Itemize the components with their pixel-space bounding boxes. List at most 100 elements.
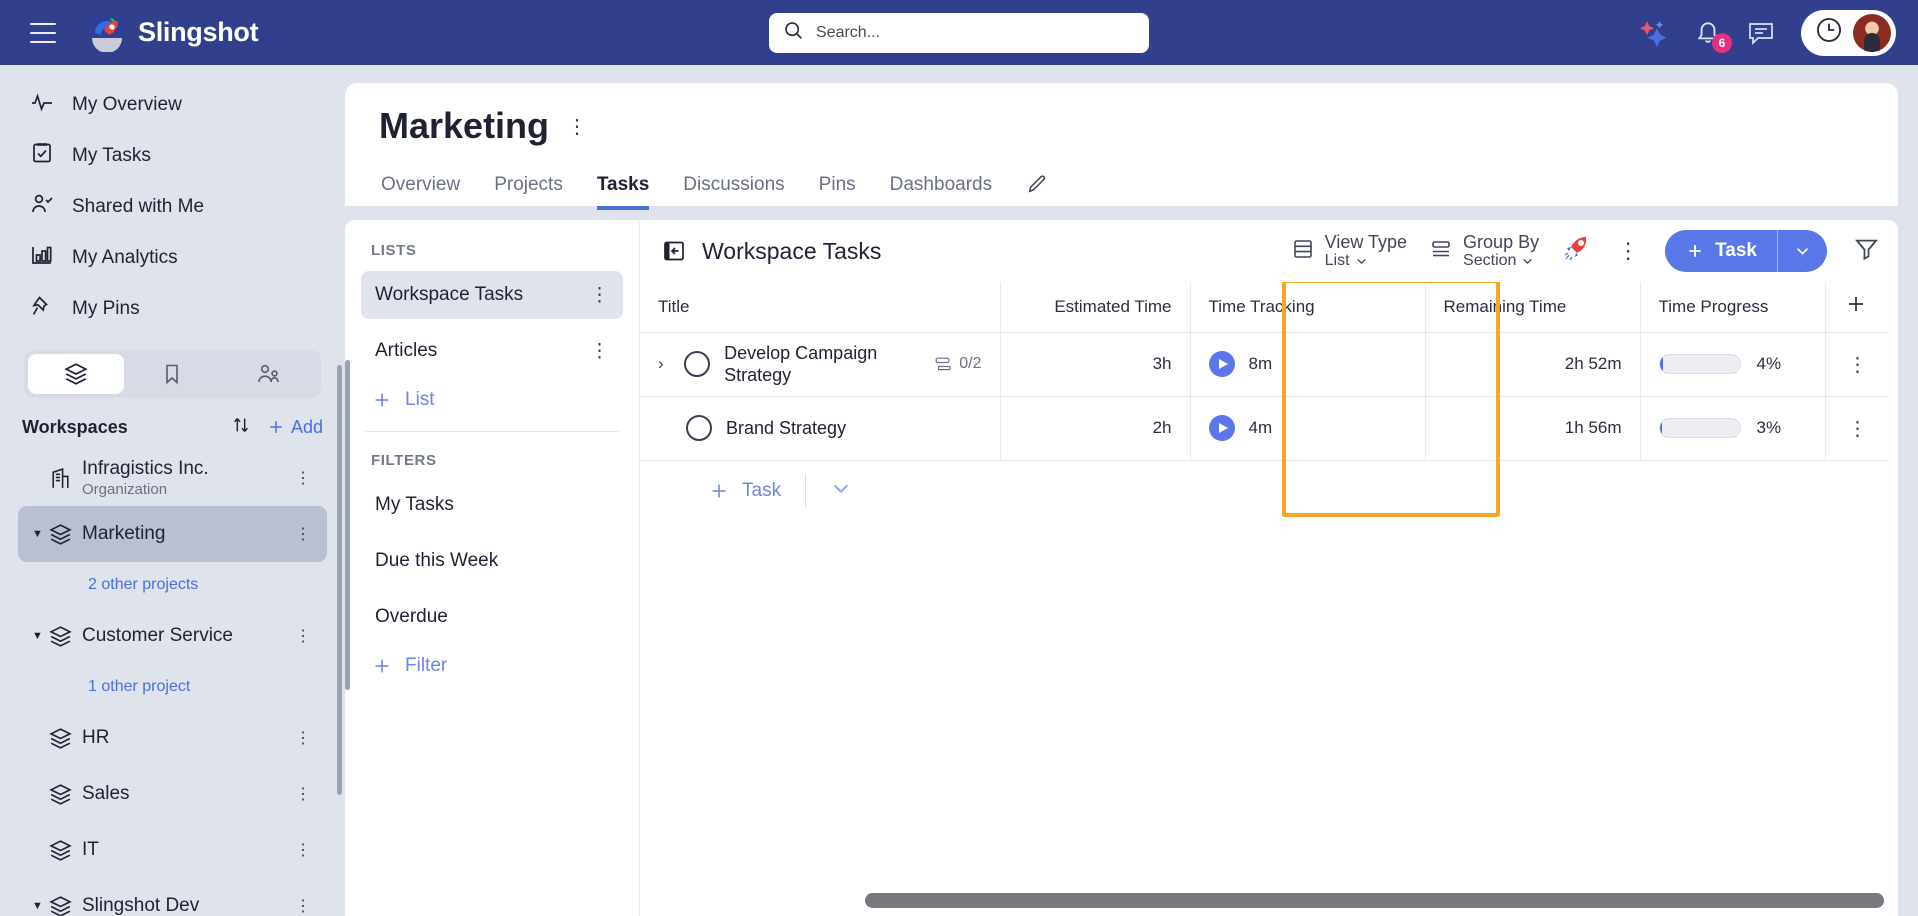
- tab-overview[interactable]: Overview: [381, 174, 460, 210]
- add-task-button[interactable]: Task: [1665, 230, 1827, 272]
- workspace-row-it[interactable]: IT ⋮: [18, 822, 327, 878]
- filter-item-overdue[interactable]: Overdue: [361, 593, 623, 641]
- expand-chevron-icon[interactable]: ›: [658, 354, 670, 374]
- sidebar-item-my-pins[interactable]: My Pins: [0, 283, 345, 334]
- view-type-selector[interactable]: View Type List: [1291, 232, 1407, 271]
- task-status-circle[interactable]: [684, 351, 711, 377]
- search-bar[interactable]: [769, 12, 1149, 53]
- funnel-icon[interactable]: [1849, 235, 1880, 267]
- chevron-down-icon[interactable]: ▼: [32, 528, 46, 540]
- page-kebab-icon[interactable]: ⋮: [563, 114, 591, 139]
- avatar[interactable]: [1853, 13, 1891, 52]
- table-row[interactable]: Brand Strategy 2h 4m 1h 56m 3% ⋮: [640, 396, 1887, 461]
- subtask-count-label: 0/2: [959, 355, 982, 372]
- add-column-icon[interactable]: [1824, 282, 1887, 333]
- tab-discussions[interactable]: Discussions: [683, 174, 784, 210]
- play-icon[interactable]: [1208, 415, 1235, 441]
- row-kebab-icon[interactable]: ⋮: [1824, 332, 1887, 397]
- workspace-label: Slingshot Dev: [82, 895, 200, 916]
- tab-pins[interactable]: Pins: [819, 174, 856, 210]
- pencil-icon[interactable]: [1026, 173, 1048, 210]
- column-header-time-tracking[interactable]: Time Tracking: [1189, 282, 1425, 333]
- time-tracking-cell[interactable]: 8m: [1189, 332, 1425, 397]
- clock-icon[interactable]: [1815, 16, 1843, 49]
- sidebar-tab-bookmarks[interactable]: [124, 354, 220, 394]
- grid-more-icon[interactable]: ⋮: [1613, 238, 1643, 264]
- sidebar-item-my-analytics[interactable]: My Analytics: [0, 232, 345, 283]
- bell-icon[interactable]: 6: [1695, 19, 1732, 53]
- remaining-time-cell[interactable]: 2h 52m: [1424, 332, 1640, 397]
- other-projects-link-marketing[interactable]: 2 other projects: [0, 562, 345, 608]
- time-tracking-cell[interactable]: 4m: [1189, 396, 1425, 461]
- estimated-time-cell[interactable]: 3h: [999, 332, 1190, 397]
- workspace-kebab-icon[interactable]: ⋮: [289, 840, 317, 860]
- rocket-icon[interactable]: [1561, 233, 1591, 270]
- sidebar-item-my-overview[interactable]: My Overview: [0, 79, 345, 130]
- user-menu[interactable]: [1801, 9, 1896, 56]
- time-progress-cell[interactable]: 4%: [1639, 332, 1825, 397]
- workspace-row-slingshot-dev[interactable]: ▼ Slingshot Dev ⋮: [18, 878, 327, 916]
- sort-icon[interactable]: [230, 414, 252, 441]
- workspace-kebab-icon[interactable]: ⋮: [289, 896, 317, 916]
- tab-dashboards[interactable]: Dashboards: [890, 174, 992, 210]
- panel-collapse-icon[interactable]: [662, 239, 686, 263]
- horizontal-scrollbar-thumb[interactable]: [865, 893, 1884, 908]
- chevron-down-icon[interactable]: ▼: [32, 630, 46, 642]
- search-input[interactable]: [816, 23, 1135, 42]
- group-by-selector[interactable]: Group By Section: [1429, 232, 1539, 271]
- hamburger-menu-icon[interactable]: [30, 22, 56, 43]
- add-task-dropdown-icon[interactable]: [1778, 230, 1827, 272]
- sidebar-item-my-tasks[interactable]: My Tasks: [0, 130, 345, 181]
- sidebar-tab-people[interactable]: [221, 354, 317, 394]
- layers-icon: [48, 838, 82, 863]
- workspace-kebab-icon[interactable]: ⋮: [289, 728, 317, 748]
- task-title-cell[interactable]: Brand Strategy: [640, 396, 1000, 461]
- column-header-title[interactable]: Title: [640, 282, 1000, 333]
- sparkle-icon[interactable]: [1637, 18, 1669, 48]
- workspace-label: Customer Service: [82, 625, 233, 646]
- tab-tasks[interactable]: Tasks: [596, 174, 650, 210]
- sidebar-scrollbar[interactable]: [337, 365, 342, 795]
- add-filter-button[interactable]: Filter: [371, 655, 639, 677]
- add-workspace-button[interactable]: Add: [266, 417, 323, 438]
- add-list-button[interactable]: List: [371, 389, 639, 411]
- workspace-kebab-icon[interactable]: ⋮: [289, 468, 317, 488]
- time-progress-cell[interactable]: 3%: [1639, 396, 1825, 461]
- list-item-kebab-icon[interactable]: ⋮: [586, 340, 613, 363]
- brand-logo-link[interactable]: Slingshot: [88, 14, 259, 53]
- play-icon[interactable]: [1208, 351, 1235, 377]
- workspace-row-organization[interactable]: Infragistics Inc. Organization ⋮: [18, 450, 327, 506]
- workspace-row-customer-service[interactable]: ▼ Customer Service ⋮: [18, 608, 327, 664]
- list-item-workspace-tasks[interactable]: Workspace Tasks ⋮: [361, 271, 623, 319]
- other-projects-link-customer-service[interactable]: 1 other project: [0, 664, 345, 710]
- column-header-remaining-time[interactable]: Remaining Time: [1424, 282, 1640, 333]
- workspace-row-marketing[interactable]: ▼ Marketing ⋮: [18, 506, 327, 562]
- workspace-kebab-icon[interactable]: ⋮: [289, 524, 317, 544]
- workspace-kebab-icon[interactable]: ⋮: [289, 626, 317, 646]
- column-header-time-progress[interactable]: Time Progress: [1639, 282, 1825, 333]
- lists-panel-scrollbar[interactable]: [345, 360, 350, 690]
- sidebar-tab-workspaces[interactable]: [28, 354, 125, 394]
- workspace-row-sales[interactable]: Sales ⋮: [18, 766, 327, 822]
- list-item-articles[interactable]: Articles ⋮: [361, 327, 623, 375]
- table-row[interactable]: › Develop Campaign Strategy 0/2 3h 8m 2h…: [640, 332, 1887, 397]
- estimated-time-cell[interactable]: 2h: [999, 396, 1190, 461]
- inline-add-task-button[interactable]: Task: [708, 480, 781, 502]
- workspace-row-hr[interactable]: HR ⋮: [18, 710, 327, 766]
- chat-icon[interactable]: [1747, 20, 1775, 46]
- horizontal-scrollbar-track[interactable]: [640, 886, 1898, 916]
- column-header-estimated-time[interactable]: Estimated Time: [999, 282, 1190, 333]
- chevron-down-icon[interactable]: ▼: [32, 900, 46, 912]
- sidebar-item-shared-with-me[interactable]: Shared with Me: [0, 181, 345, 232]
- tab-projects[interactable]: Projects: [494, 174, 563, 210]
- filter-item-due-this-week[interactable]: Due this Week: [361, 537, 623, 585]
- list-item-kebab-icon[interactable]: ⋮: [586, 284, 613, 307]
- row-kebab-icon[interactable]: ⋮: [1824, 396, 1887, 461]
- workspace-kebab-icon[interactable]: ⋮: [289, 784, 317, 804]
- task-status-circle[interactable]: [686, 415, 712, 441]
- top-bar-actions: 6: [1637, 9, 1896, 56]
- inline-add-task-dropdown-icon[interactable]: [830, 478, 852, 505]
- filter-item-my-tasks[interactable]: My Tasks: [361, 481, 623, 529]
- remaining-time-cell[interactable]: 1h 56m: [1424, 396, 1640, 461]
- task-title-cell[interactable]: › Develop Campaign Strategy 0/2: [640, 332, 1000, 397]
